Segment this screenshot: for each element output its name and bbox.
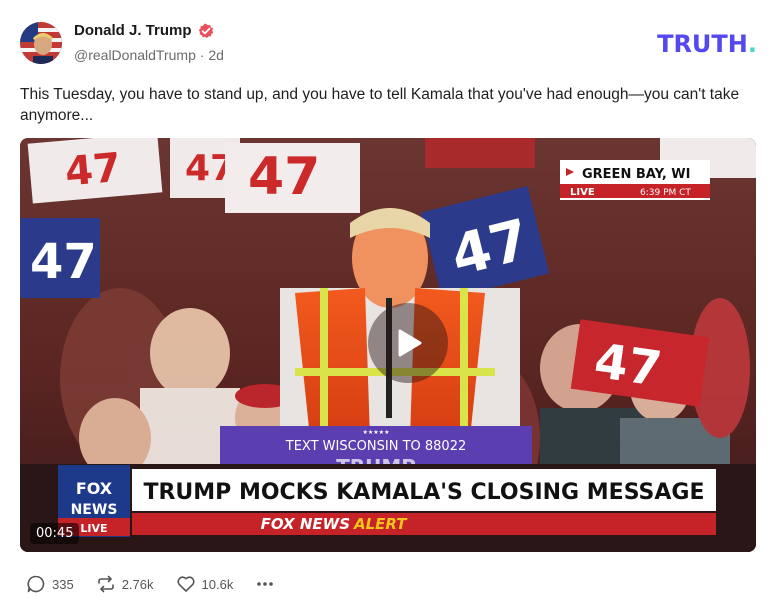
sign-text: 47 [30,234,97,290]
headline: TRUMP MOCKS KAMALA'S CLOSING MESSAGE [143,480,704,505]
handle[interactable]: @realDonaldTrump [74,47,196,63]
fox-live-tag: LIVE [80,522,107,535]
more-button[interactable] [255,574,275,594]
ellipsis-icon [257,582,274,586]
play-icon [398,329,422,357]
video-player[interactable]: 47 47 47 47 47 47 ★★★★★ TEXT WISCONSIN T… [20,138,756,552]
post-text: This Tuesday, you have to stand up, and … [20,86,740,124]
fox-logo-line2: NEWS [71,502,118,518]
logo-dot: . [747,30,757,58]
verified-badge-icon [198,23,213,38]
alert-network: FOX NEWS [261,515,350,533]
play-button[interactable] [368,303,448,383]
separator-dot: · [199,47,205,63]
logo-text: TRUTH [657,30,748,58]
svg-text:★★★★★: ★★★★★ [363,429,390,436]
podium-ticker: TEXT WISCONSIN TO 88022 [285,439,466,454]
sign-text: 47 [248,147,320,207]
sign-text: 47 [63,145,122,196]
retruth-icon [97,575,114,593]
post-actions: 335 2.76k 10.6k [26,574,275,594]
handle-row: @realDonaldTrump · 2d [74,47,224,63]
like-count: 10.6k [201,576,234,592]
location-text: GREEN BAY, WI [582,167,690,182]
reply-icon [27,575,45,593]
like-button[interactable]: 10.6k [176,574,234,594]
author-name[interactable]: Donald J. Trump [74,22,192,39]
timestamp[interactable]: 2d [208,47,224,63]
author-row: Donald J. Trump [74,22,214,39]
avatar[interactable] [20,22,62,64]
retruth-count: 2.76k [121,576,154,592]
retruth-button[interactable]: 2.76k [96,574,154,594]
location-badge: GREEN BAY, WI LIVE 6:39 PM CT [560,160,710,200]
fox-logo-line1: FOX [76,479,113,498]
heart-icon [176,576,195,592]
reply-button[interactable]: 335 [26,574,74,594]
truth-logo[interactable]: TRUTH. [657,30,757,58]
alert-word: ALERT [353,515,408,533]
video-duration: 00:45 [30,523,80,544]
live-time: 6:39 PM CT [640,188,691,198]
live-label: LIVE [570,187,595,198]
reply-count: 335 [52,576,74,592]
lower-third: FOX NEWS LIVE TRUMP MOCKS KAMALA'S CLOSI… [20,464,756,552]
sign-text: 47 [591,333,665,398]
